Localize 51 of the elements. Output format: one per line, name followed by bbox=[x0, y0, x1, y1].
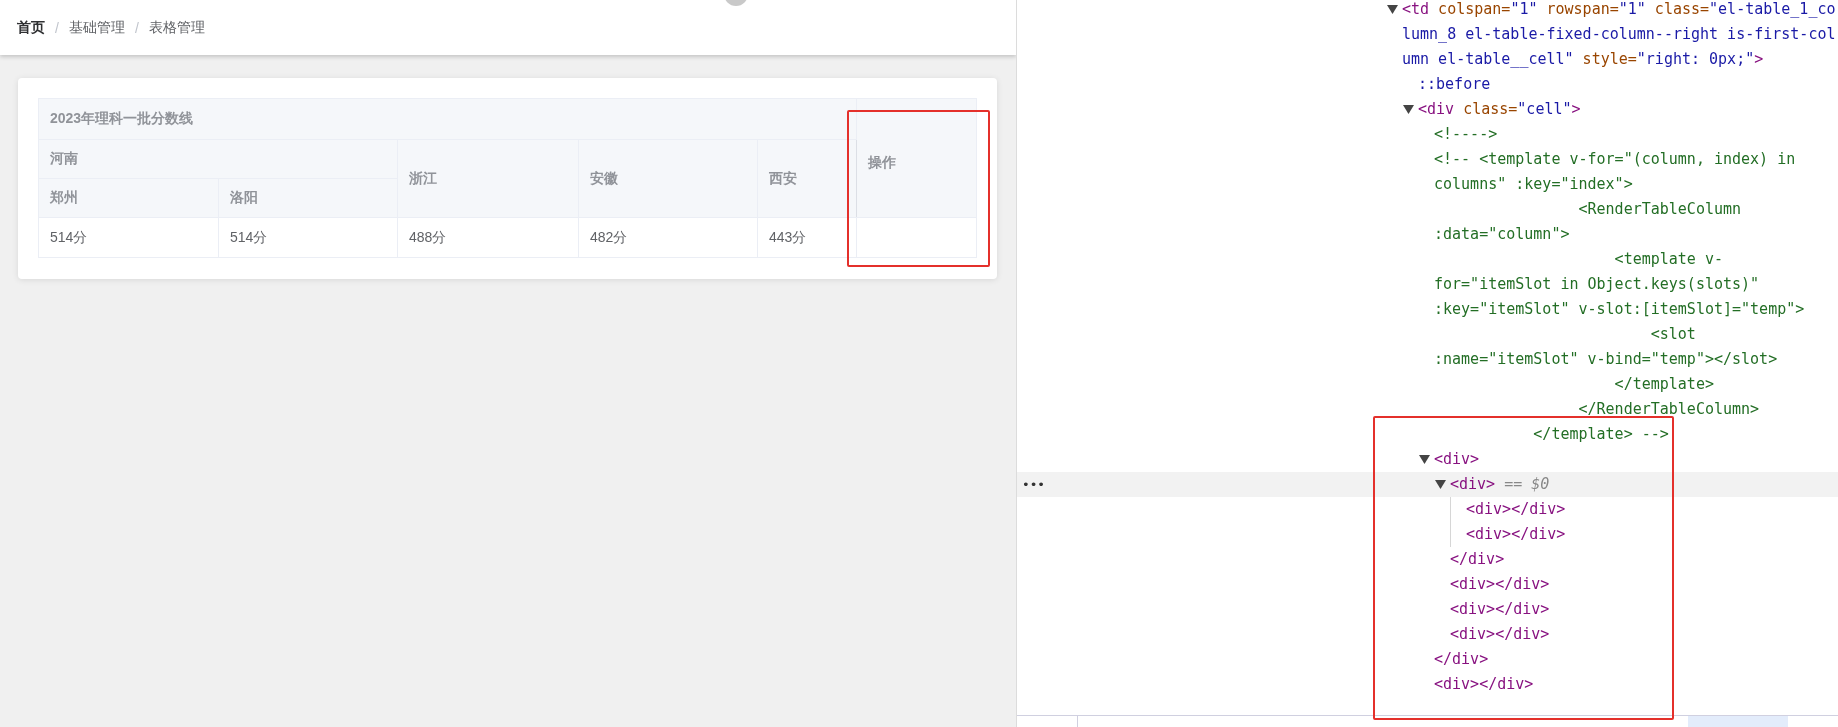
column-header: 洛阳 bbox=[218, 178, 398, 218]
expand-triangle-icon[interactable] bbox=[1387, 4, 1398, 14]
code-line: ::before bbox=[1418, 73, 1491, 95]
code-line: </RenderTableColumn> bbox=[1577, 398, 1760, 420]
code-line: <!-- <template v-for="(column, index) in bbox=[1434, 148, 1796, 170]
code-line: <div class="cell"> bbox=[1418, 98, 1581, 120]
expand-triangle-icon[interactable] bbox=[1403, 104, 1414, 114]
code-line: <!----> bbox=[1434, 123, 1498, 145]
breadcrumb-link[interactable]: 首页 bbox=[17, 18, 45, 37]
code-line: for="itemSlot in Object.keys(slots)" bbox=[1434, 273, 1760, 295]
column-header: 河南 bbox=[38, 139, 398, 179]
code-line: <div></div> bbox=[1450, 573, 1550, 595]
code-line: </div> bbox=[1434, 648, 1489, 670]
table-cell: 443分 bbox=[757, 217, 857, 258]
code-line: <slot bbox=[1649, 323, 1696, 345]
code-line: </template> --> bbox=[1532, 423, 1669, 445]
column-header: 郑州 bbox=[38, 178, 219, 218]
table-cell: 482分 bbox=[578, 217, 758, 258]
more-options-icon[interactable]: ••• bbox=[1022, 471, 1045, 497]
code-line: columns" :key="index"> bbox=[1434, 173, 1633, 195]
code-line: :name="itemSlot" v-bind="temp"></slot> bbox=[1434, 348, 1778, 370]
code-line: <div> == $0 bbox=[1450, 473, 1550, 495]
breadcrumb-item: 表格管理 bbox=[148, 18, 205, 37]
breadcrumb-separator: / bbox=[134, 19, 139, 36]
expand-triangle-icon[interactable] bbox=[1419, 454, 1430, 464]
code-line: <div></div> bbox=[1450, 623, 1550, 645]
code-line: <template v- bbox=[1613, 248, 1723, 270]
code-line: :key="itemSlot" v-slot:[itemSlot]="temp"> bbox=[1434, 298, 1805, 320]
code-line: </template> bbox=[1613, 373, 1714, 395]
column-header: 浙江 bbox=[397, 139, 579, 218]
code-line: <div></div> bbox=[1450, 598, 1550, 620]
code-line: <td colspan="1" rowspan="1" class="el-table_1_co bbox=[1402, 0, 1836, 20]
code-line: umn el-table__cell" style="right: 0px;"> bbox=[1402, 48, 1764, 70]
table-title: 2023年理科一批分数线 bbox=[38, 98, 857, 140]
code-line: <div></div> bbox=[1434, 673, 1534, 695]
code-line: lumn_8 el-table-fixed-column--right is-first-col bbox=[1402, 23, 1836, 45]
code-line: <RenderTableColumn bbox=[1577, 198, 1742, 220]
column-header: 安徽 bbox=[578, 139, 758, 218]
table-cell: 514分 bbox=[218, 217, 398, 258]
expand-triangle-icon[interactable] bbox=[1435, 479, 1446, 489]
table-cell: 514分 bbox=[38, 217, 219, 258]
breadcrumb-separator: / bbox=[55, 19, 59, 36]
code-line: </div> bbox=[1450, 548, 1505, 570]
code-line: <div></div> bbox=[1466, 523, 1566, 545]
table-cell: 488分 bbox=[397, 217, 579, 258]
code-line: <div></div> bbox=[1466, 498, 1566, 520]
column-header: 操作 bbox=[856, 98, 977, 218]
breadcrumb-item: 基础管理 bbox=[68, 18, 125, 37]
code-line: :data="column"> bbox=[1434, 223, 1570, 245]
code-line: <div> bbox=[1434, 448, 1480, 470]
column-header: 西安 bbox=[757, 139, 857, 218]
